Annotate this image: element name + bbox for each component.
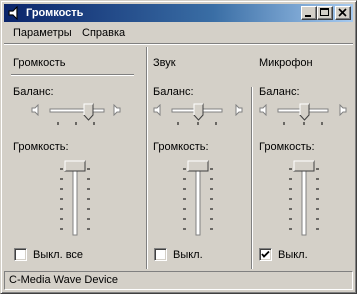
menu-item-options[interactable]: Параметры [13, 27, 72, 40]
speaker-right-icon [109, 103, 121, 117]
checkmark-icon [261, 250, 270, 258]
volume-slider-thumb[interactable] [187, 160, 209, 172]
volume-label: Громкость: [13, 141, 69, 153]
speaker-right-icon [335, 103, 347, 117]
mute-label: Выкл. [173, 249, 203, 261]
mute-all-label: Выкл. все [33, 249, 84, 261]
balance-slider-thumb[interactable] [193, 103, 204, 121]
title-bar[interactable]: Громкость [4, 4, 353, 22]
volume-slider[interactable] [285, 159, 325, 239]
menu-item-help[interactable]: Справка [82, 27, 125, 40]
column-header: Звук [153, 57, 176, 69]
status-bar: C-Media Wave Device [4, 271, 353, 290]
volume-label: Громкость: [153, 141, 209, 153]
mute-label: Выкл. [278, 249, 308, 261]
window-title: Громкость [26, 7, 84, 19]
speaker-left-icon [153, 103, 165, 117]
column-divider [251, 87, 253, 269]
volume-slider-thumb[interactable] [64, 160, 86, 172]
column-header: Микрофон [259, 57, 313, 69]
balance-label: Баланс: [259, 86, 300, 98]
volume-control-window: Громкость Параметры Справка Громкость Ба… [0, 0, 357, 294]
balance-slider[interactable] [273, 101, 339, 127]
column-divider [146, 47, 148, 269]
balance-label: Баланс: [13, 86, 54, 98]
speaker-icon[interactable] [7, 5, 23, 21]
close-button[interactable] [335, 6, 351, 20]
mute-checkbox[interactable] [154, 248, 167, 261]
mute-checkbox[interactable] [259, 248, 272, 261]
header-separator [11, 74, 134, 76]
device-name: C-Media Wave Device [9, 274, 119, 286]
balance-slider-thumb[interactable] [83, 103, 94, 121]
menu-bar: Параметры Справка [4, 24, 353, 43]
balance-slider-thumb[interactable] [299, 103, 310, 121]
volume-label: Громкость: [259, 141, 315, 153]
volume-slider[interactable] [56, 159, 96, 239]
speaker-left-icon [31, 103, 43, 117]
mute-all-checkbox[interactable] [14, 248, 27, 261]
menu-separator [4, 43, 353, 45]
maximize-button[interactable] [317, 6, 333, 20]
volume-slider[interactable] [179, 159, 219, 239]
column-header: Громкость [13, 57, 66, 69]
volume-slider-thumb[interactable] [293, 160, 315, 172]
minimize-button[interactable] [301, 6, 317, 20]
speaker-right-icon [231, 103, 243, 117]
balance-slider[interactable] [45, 101, 111, 127]
speaker-left-icon [259, 103, 271, 117]
balance-label: Баланс: [153, 86, 194, 98]
balance-slider[interactable] [167, 101, 233, 127]
